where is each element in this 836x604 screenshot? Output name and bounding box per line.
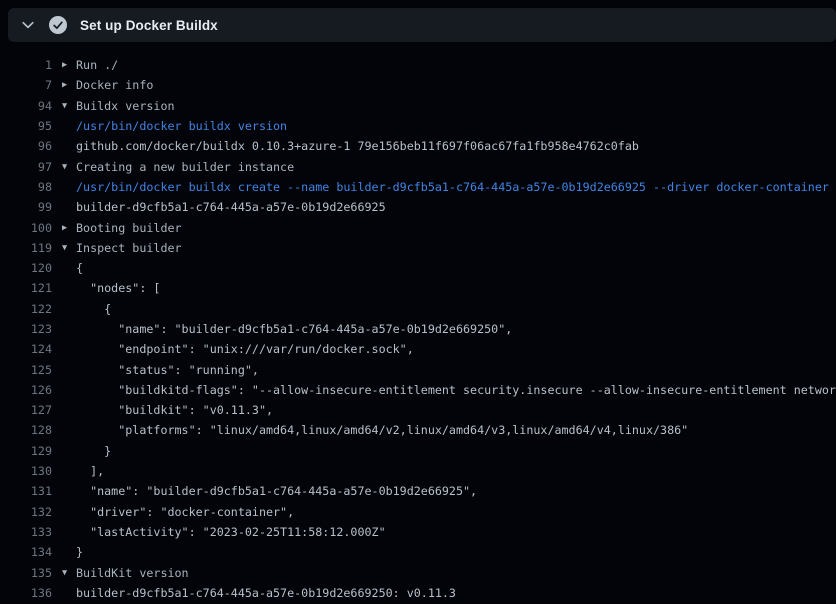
log-line[interactable]: 7 ▶Docker info: [0, 75, 836, 95]
triangle-down-icon[interactable]: ▼: [62, 101, 76, 111]
log-lines: 1▶Run ./7▶Docker info94▼Buildx version95…: [0, 42, 836, 604]
group-label[interactable]: Inspect builder: [76, 241, 182, 255]
line-number[interactable]: 94: [0, 99, 52, 113]
log-line: 126 "buildkitd-flags": "--allow-insecure…: [0, 380, 836, 400]
line-number[interactable]: 95: [0, 119, 52, 133]
line-number[interactable]: 123: [0, 322, 52, 336]
log-line: 121 "nodes": [: [0, 278, 836, 298]
step-header[interactable]: Set up Docker Buildx: [8, 8, 836, 42]
line-number[interactable]: 134: [0, 545, 52, 559]
line-number[interactable]: 128: [0, 423, 52, 437]
line-text: "name": "builder-d9cfb5a1-c764-445a-a57e…: [76, 484, 477, 498]
line-text: }: [76, 444, 111, 458]
triangle-down-icon[interactable]: ▼: [62, 162, 76, 172]
log-line: 127 "buildkit": "v0.11.3",: [0, 400, 836, 420]
triangle-right-icon[interactable]: ▶: [62, 223, 76, 233]
line-number[interactable]: 130: [0, 464, 52, 478]
line-number[interactable]: 126: [0, 383, 52, 397]
line-text: "endpoint": "unix:///var/run/docker.sock…: [76, 342, 414, 356]
line-text: }: [76, 545, 83, 559]
triangle-right-icon[interactable]: ▶: [62, 80, 76, 90]
log-line: 123 "name": "builder-d9cfb5a1-c764-445a-…: [0, 319, 836, 339]
line-text: ],: [76, 464, 104, 478]
group-label[interactable]: Creating a new builder instance: [76, 160, 294, 174]
log-line: 136 builder-d9cfb5a1-c764-445a-a57e-0b19d…: [0, 583, 836, 603]
line-text: "status": "running",: [76, 363, 259, 377]
log-line: 130 ],: [0, 461, 836, 481]
group-label[interactable]: Booting builder: [76, 221, 182, 235]
line-number[interactable]: 136: [0, 586, 52, 600]
line-text: builder-d9cfb5a1-c764-445a-a57e-0b19d2e6…: [76, 586, 456, 600]
line-text: /usr/bin/docker buildx version: [76, 119, 287, 133]
log-line: 122 {: [0, 299, 836, 319]
log-line: 96 github.com/docker/buildx 0.10.3+azure-…: [0, 136, 836, 156]
group-label[interactable]: BuildKit version: [76, 566, 189, 580]
line-number[interactable]: 121: [0, 281, 52, 295]
chevron-down-icon[interactable]: [20, 17, 36, 33]
triangle-right-icon[interactable]: ▶: [62, 60, 76, 70]
log-line: 124 "endpoint": "unix:///var/run/docker.…: [0, 339, 836, 359]
log-line: 132 "driver": "docker-container",: [0, 502, 836, 522]
line-text: "buildkit": "v0.11.3",: [76, 403, 273, 417]
log-line: 128 "platforms": "linux/amd64,linux/amd6…: [0, 420, 836, 440]
line-text: {: [76, 302, 111, 316]
line-text: github.com/docker/buildx 0.10.3+azure-1 …: [76, 139, 639, 153]
log-line: 99 builder-d9cfb5a1-c764-445a-a57e-0b19d2…: [0, 197, 836, 217]
line-text: "driver": "docker-container",: [76, 505, 294, 519]
log-line[interactable]: 97 ▼Creating a new builder instance: [0, 156, 836, 176]
log-line: 134}: [0, 542, 836, 562]
line-number[interactable]: 99: [0, 200, 52, 214]
line-number[interactable]: 124: [0, 342, 52, 356]
line-text: {: [76, 261, 83, 275]
line-text: "platforms": "linux/amd64,linux/amd64/v2…: [76, 423, 688, 437]
group-label[interactable]: Run ./: [76, 58, 118, 72]
line-number[interactable]: 122: [0, 302, 52, 316]
line-number[interactable]: 96: [0, 139, 52, 153]
log-line[interactable]: 100 ▶Booting builder: [0, 217, 836, 237]
triangle-down-icon[interactable]: ▼: [62, 243, 76, 253]
group-label[interactable]: Buildx version: [76, 99, 175, 113]
line-number[interactable]: 97: [0, 160, 52, 174]
log-line[interactable]: 119 ▼Inspect builder: [0, 238, 836, 258]
line-number[interactable]: 132: [0, 505, 52, 519]
line-number[interactable]: 131: [0, 484, 52, 498]
line-number[interactable]: 135: [0, 566, 52, 580]
line-number[interactable]: 133: [0, 525, 52, 539]
log-line: 125 "status": "running",: [0, 359, 836, 379]
actions-log-viewer: Set up Docker Buildx 1▶Run ./7▶Docker in…: [0, 0, 836, 604]
line-text: "nodes": [: [76, 281, 160, 295]
step-title: Set up Docker Buildx: [80, 18, 218, 33]
line-number[interactable]: 129: [0, 444, 52, 458]
log-line[interactable]: 1 ▶Run ./: [0, 55, 836, 75]
line-text: "name": "builder-d9cfb5a1-c764-445a-a57e…: [76, 322, 512, 336]
log-line: 129 }: [0, 441, 836, 461]
line-text: /usr/bin/docker buildx create --name bui…: [76, 180, 829, 194]
line-text: builder-d9cfb5a1-c764-445a-a57e-0b19d2e6…: [76, 200, 386, 214]
log-line: 120 {: [0, 258, 836, 278]
line-text: "lastActivity": "2023-02-25T11:58:12.000…: [76, 525, 386, 539]
log-line: 133 "lastActivity": "2023-02-25T11:58:12…: [0, 522, 836, 542]
line-number[interactable]: 100: [0, 221, 52, 235]
line-number[interactable]: 120: [0, 261, 52, 275]
log-line: 131 "name": "builder-d9cfb5a1-c764-445a-…: [0, 481, 836, 501]
log-line[interactable]: 94 ▼Buildx version: [0, 96, 836, 116]
line-number[interactable]: 125: [0, 363, 52, 377]
line-number[interactable]: 98: [0, 180, 52, 194]
line-number[interactable]: 1: [0, 58, 52, 72]
check-circle-icon: [49, 16, 67, 34]
line-number[interactable]: 127: [0, 403, 52, 417]
line-number[interactable]: 119: [0, 241, 52, 255]
log-line: 98/usr/bin/docker buildx create --name b…: [0, 177, 836, 197]
line-number[interactable]: 7: [0, 78, 52, 92]
log-line[interactable]: 135 ▼BuildKit version: [0, 562, 836, 582]
line-text: "buildkitd-flags": "--allow-insecure-ent…: [76, 383, 836, 397]
triangle-down-icon[interactable]: ▼: [62, 568, 76, 578]
log-line: 95/usr/bin/docker buildx version: [0, 116, 836, 136]
group-label[interactable]: Docker info: [76, 78, 153, 92]
